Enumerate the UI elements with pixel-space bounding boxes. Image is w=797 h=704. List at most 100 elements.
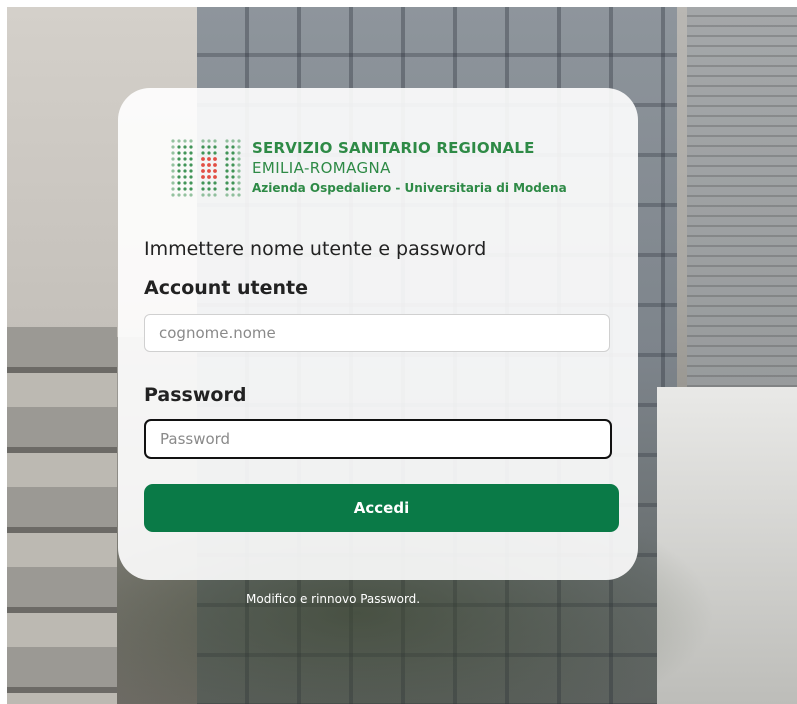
logo-dot	[183, 163, 187, 167]
logo-dot	[201, 151, 205, 155]
logo-dot	[177, 139, 181, 143]
logo-hospital: Azienda Ospedaliero - Universitaria di M…	[252, 181, 567, 195]
logo-dot	[189, 187, 193, 191]
logo-dot	[213, 145, 217, 149]
logo: SERVIZIO SANITARIO REGIONALE EMILIA-ROMA…	[170, 138, 610, 200]
logo-dot	[213, 139, 217, 143]
logo-dot	[207, 139, 211, 143]
logo-dot	[225, 139, 229, 143]
logo-dot	[225, 151, 229, 155]
logo-dot	[237, 145, 241, 149]
logo-dot	[189, 193, 193, 197]
logo-dot	[237, 169, 241, 173]
logo-dot	[201, 157, 205, 161]
logo-dot	[237, 187, 241, 191]
logo-dot	[207, 157, 211, 161]
logo-dot	[171, 181, 175, 185]
login-button[interactable]: Accedi	[144, 484, 619, 532]
username-input[interactable]	[144, 314, 610, 352]
logo-dot	[201, 193, 205, 197]
logo-dot	[207, 193, 211, 197]
logo-dot	[183, 139, 187, 143]
logo-dot	[231, 145, 235, 149]
logo-dot	[231, 157, 235, 161]
logo-dot	[183, 175, 187, 179]
logo-dot	[171, 145, 175, 149]
logo-dot	[177, 187, 181, 191]
logo-dot	[183, 193, 187, 197]
logo-dot	[189, 169, 193, 173]
logo-dot	[177, 169, 181, 173]
logo-dot	[171, 163, 175, 167]
logo-dot	[189, 145, 193, 149]
logo-dot	[183, 157, 187, 161]
logo-dot	[225, 175, 229, 179]
logo-dot	[225, 145, 229, 149]
logo-dot	[183, 151, 187, 155]
logo-dot	[231, 187, 235, 191]
logo-dot	[225, 169, 229, 173]
logo-dot	[177, 193, 181, 197]
logo-dot	[231, 151, 235, 155]
logo-dot	[177, 145, 181, 149]
logo-dot	[177, 151, 181, 155]
username-label: Account utente	[144, 277, 309, 299]
logo-dot	[177, 163, 181, 167]
logo-dot	[231, 193, 235, 197]
logo-dot	[207, 151, 211, 155]
logo-dot	[177, 181, 181, 185]
background-building-left	[7, 327, 117, 704]
login-heading: Immettere nome utente e password	[144, 238, 487, 260]
logo-dot	[207, 145, 211, 149]
logo-dot	[189, 151, 193, 155]
logo-dot	[225, 157, 229, 161]
password-input[interactable]	[144, 419, 612, 459]
logo-dot	[231, 175, 235, 179]
logo-title: SERVIZIO SANITARIO REGIONALE	[252, 139, 535, 157]
logo-dot	[231, 181, 235, 185]
logo-dot	[237, 157, 241, 161]
logo-dot	[231, 169, 235, 173]
logo-dot	[201, 169, 205, 173]
logo-dot	[201, 181, 205, 185]
logo-dot	[171, 187, 175, 191]
logo-dot	[201, 187, 205, 191]
password-label: Password	[144, 384, 247, 406]
logo-dot	[213, 181, 217, 185]
logo-dot	[189, 181, 193, 185]
logo-dot	[225, 181, 229, 185]
login-card: SERVIZIO SANITARIO REGIONALE EMILIA-ROMA…	[118, 88, 638, 580]
change-password-link[interactable]: Modifico e rinnovo Password.	[246, 592, 420, 606]
logo-dot	[237, 193, 241, 197]
logo-dot	[201, 145, 205, 149]
logo-dot	[237, 139, 241, 143]
logo-dot	[225, 193, 229, 197]
logo-dot	[189, 139, 193, 143]
logo-dot	[201, 175, 205, 179]
logo-dot	[207, 181, 211, 185]
logo-dot	[213, 193, 217, 197]
logo-dot	[213, 169, 217, 173]
logo-dot	[171, 157, 175, 161]
logo-dot	[201, 139, 205, 143]
logo-dot	[207, 175, 211, 179]
logo-dot	[183, 187, 187, 191]
logo-dot	[189, 175, 193, 179]
ssr-logo-icon	[171, 139, 241, 197]
logo-dot	[213, 175, 217, 179]
logo-dot	[171, 151, 175, 155]
logo-dot	[213, 157, 217, 161]
logo-dot	[171, 193, 175, 197]
logo-dot	[177, 157, 181, 161]
logo-dot	[207, 163, 211, 167]
logo-dot	[237, 163, 241, 167]
logo-dot	[183, 169, 187, 173]
logo-dot	[177, 175, 181, 179]
logo-dot	[171, 169, 175, 173]
logo-dot	[237, 151, 241, 155]
logo-dot	[237, 175, 241, 179]
logo-dot	[213, 163, 217, 167]
logo-dot	[183, 181, 187, 185]
logo-dot	[213, 151, 217, 155]
logo-region: EMILIA-ROMAGNA	[252, 159, 391, 177]
